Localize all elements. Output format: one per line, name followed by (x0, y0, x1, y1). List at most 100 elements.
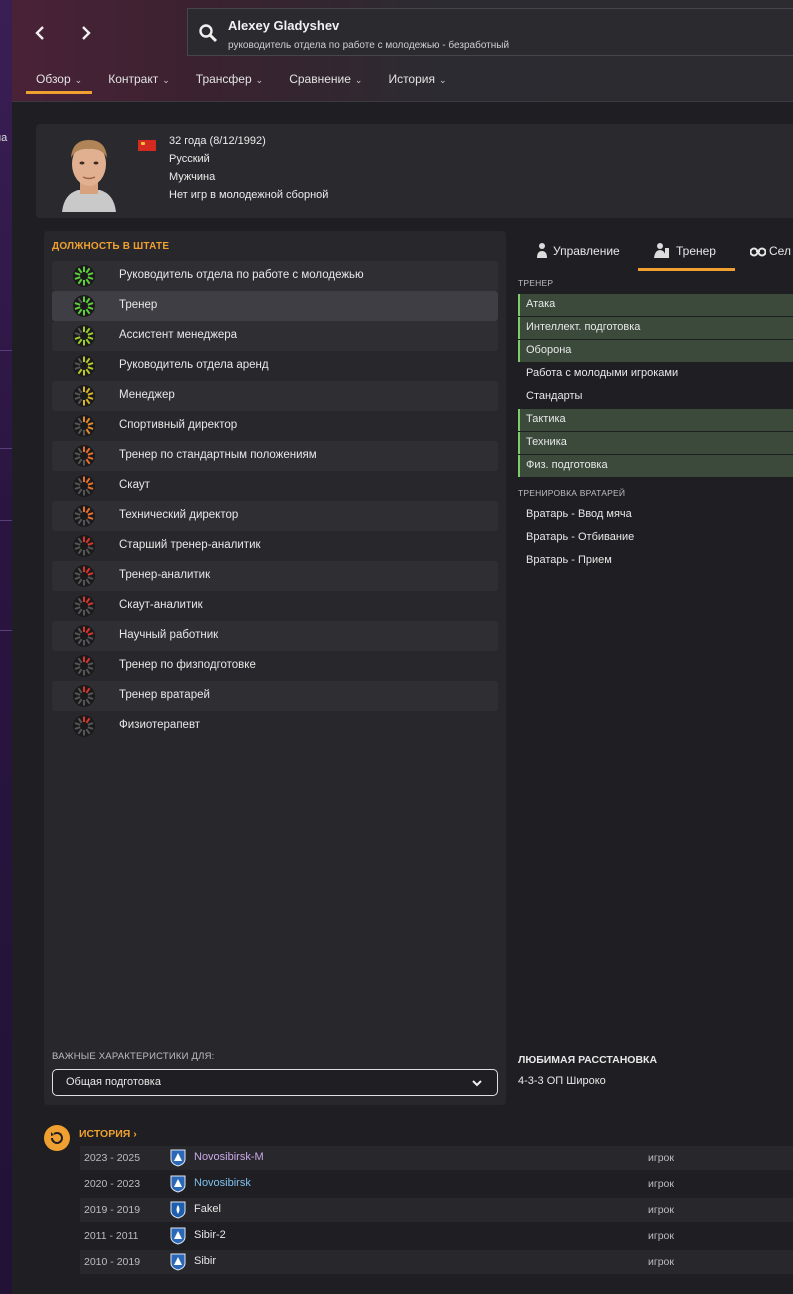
tab-management[interactable]: Управление (524, 231, 634, 271)
role-row[interactable]: Скаут (52, 471, 498, 501)
suitability-dial-icon (73, 595, 95, 617)
coach-attribute-row[interactable]: Физ. подготовка (518, 455, 793, 477)
history-row: 2023 - 2025 Novosibirsk-M игрок (80, 1146, 793, 1170)
role-label: Тренер-аналитик (119, 569, 211, 581)
history-row: 2020 - 2023 Novosibirsk игрок (80, 1172, 793, 1196)
nationality-line: Русский (169, 153, 210, 165)
role-row[interactable]: Физиотерапевт (52, 711, 498, 741)
history-position: игрок (648, 1230, 674, 1242)
role-row[interactable]: Тренер по физподготовке (52, 651, 498, 681)
attribute-label: Стандарты (526, 390, 583, 402)
strip-divider (0, 350, 12, 351)
history-club-link[interactable]: Novosibirsk (194, 1177, 251, 1189)
tab-comparison[interactable]: Сравнение ⌄ (279, 64, 372, 94)
role-row[interactable]: Менеджер (52, 381, 498, 411)
key-attributes-label: ВАЖНЫЕ ХАРАКТЕРИСТИКИ ДЛЯ: (52, 1051, 215, 1062)
tab-transfer[interactable]: Трансфер ⌄ (186, 64, 273, 94)
tab-label: Сел (769, 244, 791, 258)
chevron-down-icon: ⌄ (162, 75, 170, 85)
tab-scouting[interactable]: Сел (748, 231, 793, 271)
history-title[interactable]: ИСТОРИЯ › (79, 1128, 137, 1140)
suitability-dial-icon (73, 685, 95, 707)
tab-overview[interactable]: Обзор ⌄ (26, 64, 93, 94)
suitability-dial-icon (73, 535, 95, 557)
chevron-down-icon: ⌄ (255, 75, 264, 85)
coach-icon (654, 243, 669, 258)
binoculars-icon (750, 247, 766, 257)
tab-contract[interactable]: Контракт ⌄ (98, 64, 180, 94)
suitability-dial-icon (73, 445, 95, 467)
history-club-link[interactable]: Novosibirsk-M (194, 1151, 264, 1163)
chevron-down-icon: ⌄ (354, 75, 363, 85)
coach-attribute-row[interactable]: Тактика (518, 409, 793, 431)
attribute-label: Вратарь - Ввод мяча (526, 508, 632, 520)
role-row[interactable]: Скаут-аналитик (52, 591, 498, 621)
attributes-panel: Управление Тренер Сел ТРЕНЕР Атака Интелл… (510, 231, 793, 1105)
suitability-dial-icon (73, 715, 95, 737)
coach-attribute-row[interactable]: Атака (518, 294, 793, 316)
history-icon (51, 1132, 63, 1144)
chevron-down-icon (472, 1080, 482, 1087)
gk-attribute-row[interactable]: Вратарь - Отбивание (518, 527, 793, 549)
novosibirsk-crest-icon (170, 1175, 186, 1193)
left-strip-text: иа (0, 132, 8, 144)
history-club-link[interactable]: Sibir (194, 1255, 216, 1267)
history-position: игрок (648, 1178, 674, 1190)
history-title-text: ИСТОРИЯ (79, 1128, 131, 1140)
suitability-dial-icon (73, 295, 95, 317)
role-row[interactable]: Тренер вратарей (52, 681, 498, 711)
history-club-link[interactable]: Sibir-2 (194, 1229, 226, 1241)
attribute-label: Техника (526, 436, 567, 448)
header-bar: Alexey Gladyshev руководитель отдела по … (12, 0, 793, 102)
coach-attribute-row[interactable]: Работа с молодыми игроками (518, 363, 793, 385)
suitability-dial-icon (73, 565, 95, 587)
coach-attribute-row[interactable]: Оборона (518, 340, 793, 362)
role-row[interactable]: Тренер по стандартным положениям (52, 441, 498, 471)
gk-attribute-row[interactable]: Вратарь - Ввод мяча (518, 504, 793, 526)
role-row[interactable]: Старший тренер-аналитик (52, 531, 498, 561)
suitability-dial-icon (73, 505, 95, 527)
suitability-dial-icon (73, 355, 95, 377)
history-button[interactable] (44, 1125, 70, 1151)
gk-attribute-row[interactable]: Вратарь - Прием (518, 550, 793, 572)
tab-history[interactable]: История ⌄ (378, 64, 456, 94)
coach-attribute-row[interactable]: Стандарты (518, 386, 793, 408)
role-label: Тренер вратарей (119, 689, 210, 701)
role-row[interactable]: Технический директор (52, 501, 498, 531)
role-label: Скаут (119, 479, 150, 491)
search-field[interactable]: Alexey Gladyshev руководитель отдела по … (187, 8, 793, 56)
history-row: 2011 - 2011 Sibir-2 игрок (80, 1224, 793, 1248)
tab-coach[interactable]: Тренер (638, 231, 735, 271)
history-club-link[interactable]: Fakel (194, 1203, 221, 1215)
coach-attribute-row[interactable]: Интеллект. подготовка (518, 317, 793, 339)
forward-button[interactable] (70, 18, 100, 48)
role-row[interactable]: Спортивный директор (52, 411, 498, 441)
suitability-dial-icon (73, 625, 95, 647)
role-row[interactable]: Тренер (52, 291, 498, 321)
role-row[interactable]: Руководитель отдела аренд (52, 351, 498, 381)
tab-label: Управление (553, 244, 620, 258)
attributes-tabs: Управление Тренер Сел (510, 231, 793, 271)
history-years: 2011 - 2011 (84, 1230, 139, 1242)
youth-caps-line: Нет игр в молодежной сборной (169, 189, 329, 201)
role-row[interactable]: Руководитель отдела по работе с молодежь… (52, 261, 498, 291)
attribute-label: Вратарь - Отбивание (526, 531, 635, 543)
key-attributes-select[interactable]: Общая подготовка (52, 1069, 498, 1096)
back-button[interactable] (26, 18, 56, 48)
role-row[interactable]: Научный работник (52, 621, 498, 651)
profile-tabs: Обзор ⌄ Контракт ⌄ Трансфер ⌄ Сравнение ⌄ Ис… (26, 64, 463, 94)
role-label: Тренер по стандартным положениям (119, 449, 317, 461)
tab-label: Тренер (676, 244, 716, 258)
staff-roles-panel: ДОЛЖНОСТЬ В ШТАТЕ Руководитель отдела по… (44, 231, 506, 1105)
role-label: Руководитель отдела аренд (119, 359, 269, 371)
tab-label: История (388, 72, 435, 86)
coach-attribute-row[interactable]: Техника (518, 432, 793, 454)
role-label: Физиотерапевт (119, 719, 201, 731)
chevron-down-icon: ⌄ (74, 75, 83, 85)
strip-divider (0, 520, 12, 521)
role-row[interactable]: Ассистент менеджера (52, 321, 498, 351)
suitability-dial-icon (73, 475, 95, 497)
suitability-dial-icon (73, 265, 95, 287)
role-row[interactable]: Тренер-аналитик (52, 561, 498, 591)
attribute-label: Тактика (526, 413, 566, 425)
